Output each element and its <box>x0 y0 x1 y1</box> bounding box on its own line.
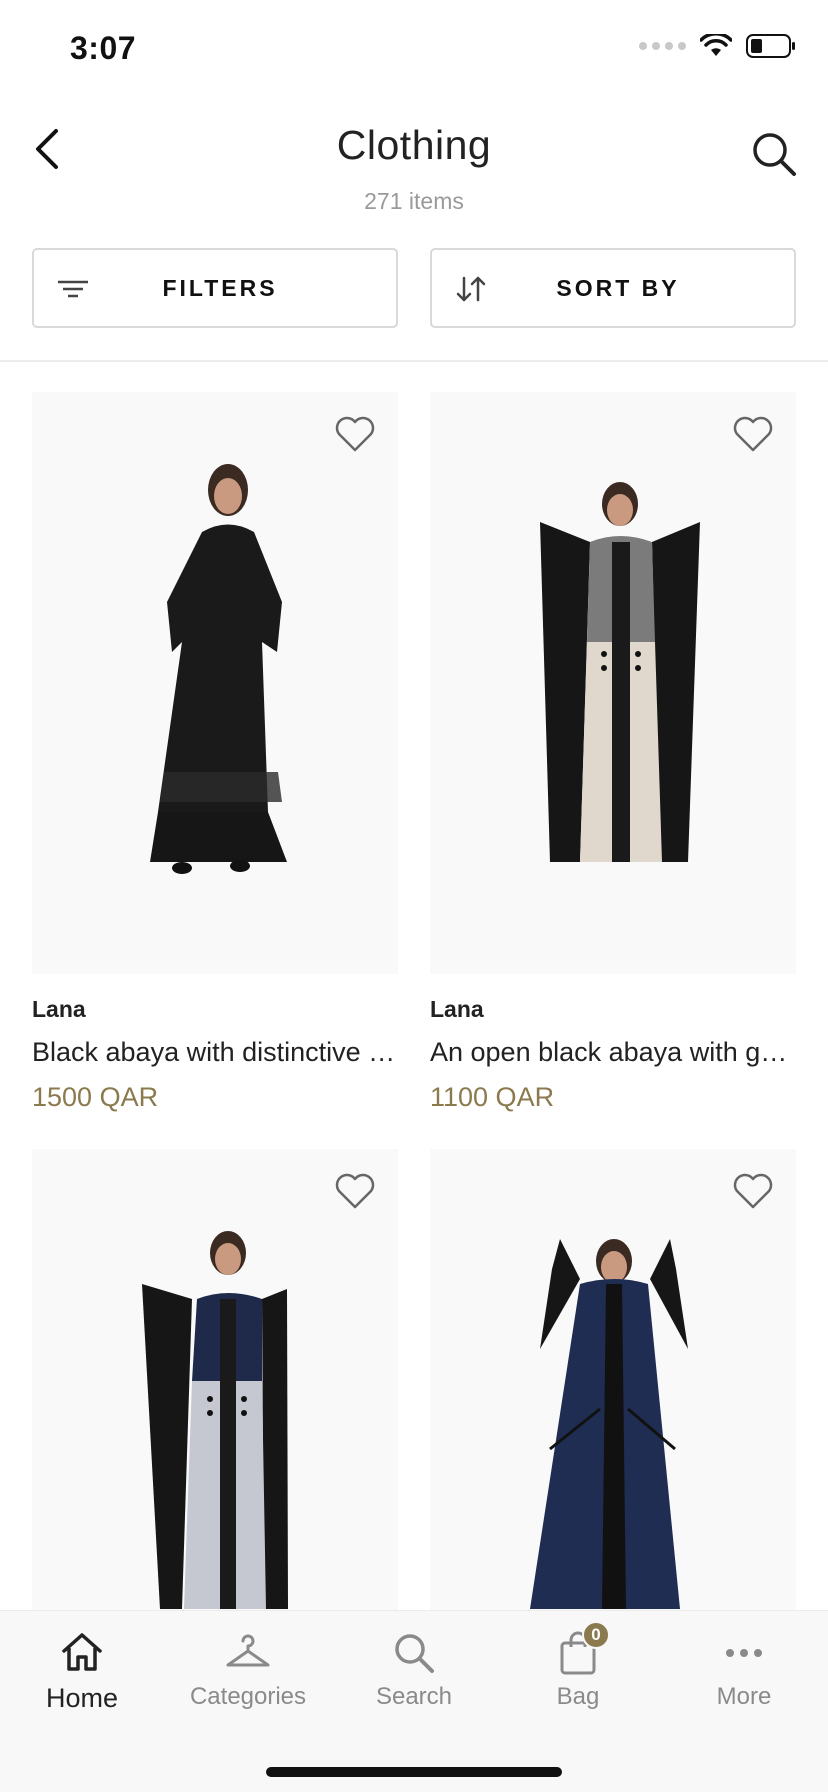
heart-icon <box>733 1173 773 1209</box>
product-card[interactable]: Lana Black abaya with distinctive embroi… <box>32 392 398 1113</box>
wishlist-button[interactable] <box>334 414 376 454</box>
bag-count-badge: 0 <box>582 1621 610 1649</box>
product-grid: Lana Black abaya with distinctive embroi… <box>32 392 796 1731</box>
product-brand: Lana <box>32 996 86 1022</box>
wishlist-button[interactable] <box>732 414 774 454</box>
bag-icon: 0 <box>554 1621 610 1677</box>
more-icon <box>720 1629 768 1677</box>
product-name[interactable]: An open black abaya with grey and beige … <box>430 1037 796 1068</box>
tab-bar: Home Categories Search 0 Bag More <box>0 1610 828 1792</box>
tab-categories[interactable]: Categories <box>178 1629 318 1739</box>
tab-bag[interactable]: 0 Bag <box>508 1621 648 1739</box>
product-card[interactable]: Lana An open black abaya with grey and b… <box>430 392 796 1113</box>
tab-search[interactable]: Search <box>344 1629 484 1739</box>
wifi-icon <box>700 34 732 56</box>
header: Clothing 271 items <box>0 110 828 230</box>
wishlist-button[interactable] <box>334 1171 376 1211</box>
heart-icon <box>733 416 773 452</box>
abaya-model-image <box>150 464 287 874</box>
sort-label: SORT BY <box>556 274 680 301</box>
divider <box>0 360 828 362</box>
home-indicator <box>266 1767 562 1777</box>
status-time: 3:07 <box>70 30 137 66</box>
product-image[interactable] <box>430 392 796 974</box>
abaya-model-image <box>540 482 700 862</box>
tab-more-label: More <box>716 1683 772 1710</box>
heart-icon <box>335 416 375 452</box>
product-image[interactable] <box>32 392 398 974</box>
product-brand: Lana <box>430 996 484 1022</box>
product-name[interactable]: Black abaya with distinctive embroidery <box>32 1037 398 1068</box>
filter-bar: FILTERS SORT BY <box>32 248 796 328</box>
tab-more[interactable]: More <box>674 1629 814 1739</box>
tab-home-label: Home <box>45 1683 119 1713</box>
tab-home[interactable]: Home <box>12 1629 152 1739</box>
heart-icon <box>335 1173 375 1209</box>
status-bar: 3:07 <box>0 0 828 100</box>
filter-lines-icon <box>58 280 88 298</box>
product-price: 1100 QAR <box>430 1082 555 1112</box>
wishlist-button[interactable] <box>732 1171 774 1211</box>
sort-button[interactable]: SORT BY <box>430 248 796 328</box>
tab-bag-label: Bag <box>556 1683 600 1710</box>
filters-button[interactable]: FILTERS <box>32 248 398 328</box>
tab-categories-label: Categories <box>189 1683 307 1710</box>
header-search-button[interactable] <box>750 130 798 178</box>
status-indicators <box>639 34 796 58</box>
search-icon <box>390 1629 438 1677</box>
tab-search-label: Search <box>375 1683 453 1710</box>
page-title: Clothing <box>336 122 492 168</box>
search-icon <box>753 133 796 176</box>
hanger-icon <box>224 1629 272 1677</box>
battery-icon <box>746 34 795 58</box>
item-count: 271 items <box>364 188 464 214</box>
sort-arrows-icon <box>456 276 486 302</box>
home-icon <box>58 1629 106 1677</box>
filters-label: FILTERS <box>162 274 278 301</box>
signal-icon <box>639 42 686 50</box>
product-price: 1500 QAR <box>32 1082 159 1112</box>
